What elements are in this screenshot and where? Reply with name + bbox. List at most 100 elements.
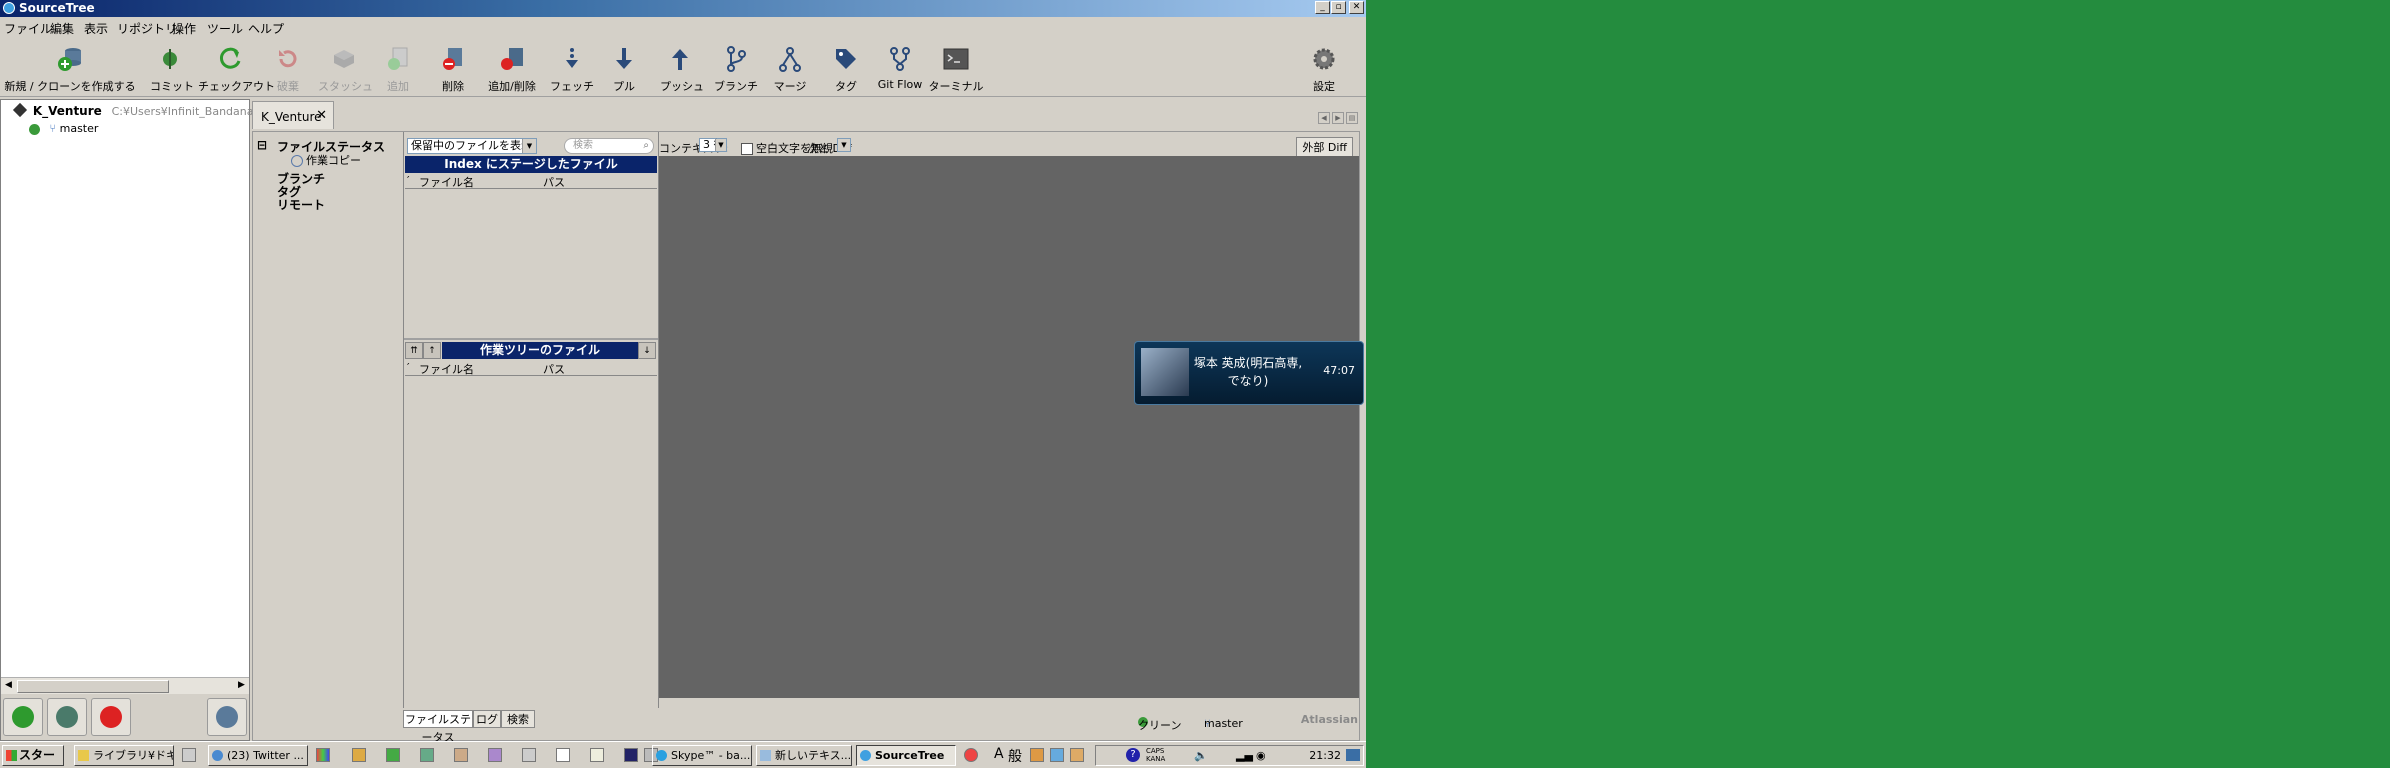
context-select[interactable]: 3 行 ▼ [699, 138, 727, 152]
fetch-button[interactable]: フェッチ [550, 36, 594, 96]
nav-working-copy[interactable]: 作業コピー [291, 152, 361, 168]
menu-view[interactable]: 表示 [84, 20, 108, 37]
splitter[interactable] [404, 338, 658, 340]
tag-button[interactable]: タグ [828, 36, 864, 96]
start-label: スタート [19, 748, 56, 768]
tab-search[interactable]: 検索 [501, 710, 535, 728]
unstage-selected-button[interactable]: ↓ [638, 342, 656, 359]
new-clone-button[interactable]: 新規 / クローンを作成する [2, 36, 138, 96]
commit-button[interactable]: コミット [150, 36, 194, 96]
file-filter-select[interactable]: 保留中のファイルを表示 ▼ [407, 138, 537, 154]
menu-edit[interactable]: 編集 [50, 20, 74, 37]
minimize-button[interactable]: _ [1315, 1, 1330, 14]
menu-help[interactable]: ヘルプ [248, 20, 284, 37]
menu-file[interactable]: ファイル [4, 20, 52, 37]
remove-button[interactable]: 削除 [434, 36, 472, 96]
task-sourcetree[interactable]: SourceTree [856, 745, 956, 766]
tab-list-icon[interactable]: ▤ [1346, 112, 1358, 124]
app-icon[interactable] [386, 748, 400, 762]
settings-button[interactable]: 設定 [1306, 36, 1342, 96]
search-input[interactable]: 検索 ⌕ [564, 138, 654, 154]
scrollbar-thumb[interactable] [17, 680, 169, 693]
app-icon[interactable] [316, 748, 330, 762]
task-new-text[interactable]: 新しいテキス... [756, 745, 852, 766]
app-icon[interactable] [488, 748, 502, 762]
document-icon[interactable] [556, 748, 570, 762]
chrome-icon [212, 750, 223, 761]
col-filename[interactable]: ファイル名 [419, 361, 474, 377]
ime-mode-a[interactable]: A [994, 746, 1004, 762]
add-button[interactable]: 追加 [380, 36, 416, 96]
stash-button[interactable]: スタッシュ [318, 36, 373, 96]
add-remove-button[interactable]: 追加/削除 [482, 36, 542, 96]
scroll-left-icon[interactable]: ◀ [2, 679, 15, 692]
start-button[interactable]: スタート [2, 745, 64, 768]
task-skype[interactable]: Skype™ - ba... [652, 745, 752, 766]
tab-prev-icon[interactable]: ◀ [1318, 112, 1330, 124]
branch-item[interactable]: ⑂ master [29, 122, 98, 135]
external-diff-button[interactable]: 外部 Diff [1296, 137, 1353, 157]
sort-icon: ′ [407, 361, 410, 374]
menu-tools[interactable]: ツール [207, 20, 243, 37]
repo-settings-button[interactable] [207, 698, 247, 736]
branch-button[interactable]: ブランチ [714, 36, 758, 96]
checkout-button[interactable]: チェックアウト [198, 36, 275, 96]
push-button[interactable]: プッシュ [660, 36, 704, 96]
collapse-icon[interactable]: ⊟ [257, 138, 267, 152]
staged-column-header: ′ ファイル名 パス [405, 174, 657, 189]
volume-icon[interactable]: 🔈 [1194, 749, 1208, 762]
close-button[interactable]: ✕ [1349, 1, 1364, 14]
settings-icon [1313, 48, 1335, 70]
ime-icon[interactable] [1050, 748, 1064, 762]
toolbar-label: プル [613, 80, 635, 93]
maximize-button[interactable]: ▫ [1331, 1, 1346, 14]
next-diff-select[interactable]: ▼ [837, 138, 851, 152]
app-icon[interactable] [964, 748, 978, 762]
help-icon[interactable]: ? [1126, 748, 1140, 762]
tab-file-status[interactable]: ファイルステータス [403, 710, 473, 744]
tab-log[interactable]: ログ [473, 710, 501, 728]
tab-k-venture[interactable]: K_Venture ✕ [252, 101, 334, 129]
col-filename[interactable]: ファイル名 [419, 174, 474, 190]
app-icon[interactable] [454, 748, 468, 762]
git-flow-button[interactable]: Git Flow [874, 36, 926, 96]
app-icon[interactable] [420, 748, 434, 762]
ime-mode-general[interactable]: 般 [1008, 746, 1022, 766]
col-path[interactable]: パス [543, 361, 565, 377]
network-icon[interactable]: ◉ [1256, 749, 1266, 762]
add-remove-icon [501, 48, 523, 70]
terminal-button[interactable]: ターミナル [928, 36, 984, 96]
ime-icon[interactable] [1070, 748, 1084, 762]
ime-icon[interactable] [1030, 748, 1044, 762]
tab-next-icon[interactable]: ▶ [1332, 112, 1344, 124]
staged-file-list[interactable] [405, 189, 657, 337]
menu-repository[interactable]: リポジトリ [117, 20, 177, 37]
remove-repo-button[interactable] [91, 698, 131, 736]
discard-button[interactable]: 破棄 [270, 36, 306, 96]
quicklaunch-icon[interactable] [182, 748, 196, 762]
merge-button[interactable]: マージ [770, 36, 810, 96]
repo-item[interactable]: K_Venture C:¥Users¥Infinit_Bandana¥Do [12, 102, 276, 118]
show-desktop-icon[interactable] [1346, 749, 1360, 761]
app-icon[interactable] [352, 748, 366, 762]
close-tab-icon[interactable]: ✕ [316, 108, 327, 123]
signal-icon[interactable]: ▂▄ [1236, 749, 1253, 762]
nav-remotes[interactable]: リモート [277, 196, 325, 213]
app-icon[interactable] [624, 748, 638, 762]
scroll-right-icon[interactable]: ▶ [235, 679, 248, 692]
task-twitter[interactable]: (23) Twitter ... [208, 745, 308, 766]
horizontal-scrollbar[interactable]: ◀ ▶ [1, 677, 249, 694]
app-icon[interactable] [522, 748, 536, 762]
notification-popup[interactable]: 塚本 英成(明石高専,でなり) 47:07 [1134, 341, 1364, 405]
stage-all-button[interactable]: ⇈ [405, 342, 423, 359]
stage-selected-button[interactable]: ↑ [423, 342, 441, 359]
diff-view[interactable] [659, 156, 1359, 698]
menu-actions[interactable]: 操作 [172, 20, 196, 37]
task-library[interactable]: ライブラリ¥ドキ... [74, 745, 174, 766]
pull-button[interactable]: プル [606, 36, 642, 96]
add-repo-button[interactable] [3, 698, 43, 736]
col-path[interactable]: パス [543, 174, 565, 190]
add-folder-button[interactable] [47, 698, 87, 736]
notepad-icon[interactable] [590, 748, 604, 762]
working-file-list[interactable] [405, 376, 657, 706]
